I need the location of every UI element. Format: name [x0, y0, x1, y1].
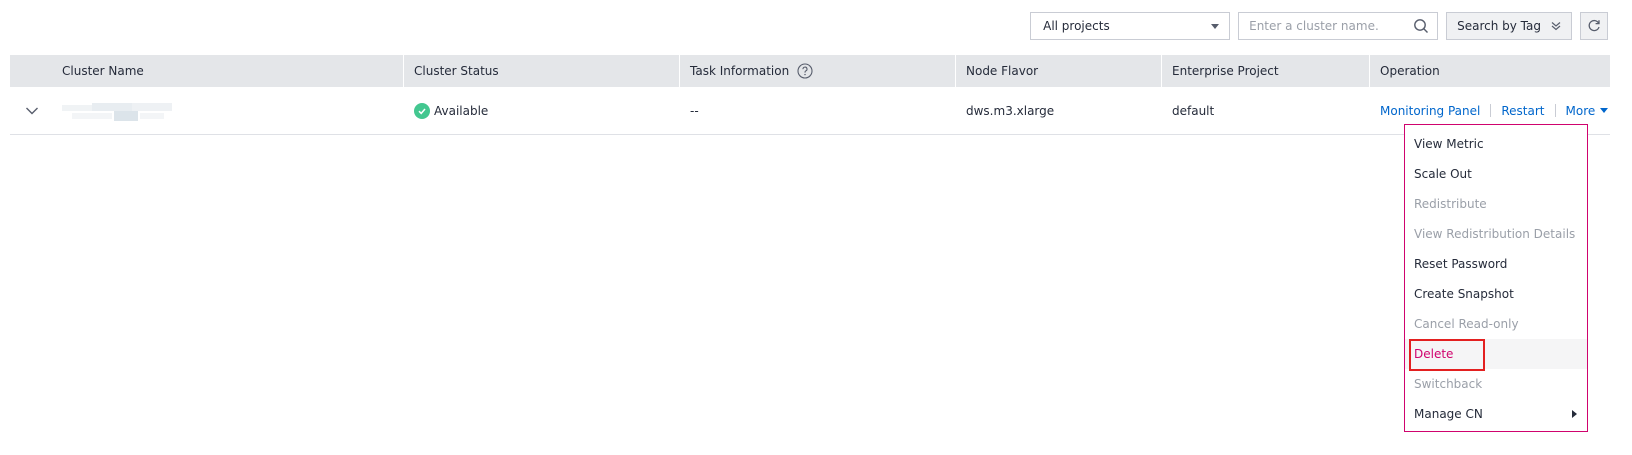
more-label: More	[1565, 103, 1596, 118]
toolbar: All projects Search by Tag	[1030, 12, 1608, 40]
menu-item-cancel-read-only: Cancel Read-only	[1414, 317, 1519, 331]
menu-item-view-metric[interactable]: View Metric	[1405, 129, 1587, 159]
project-select[interactable]: All projects	[1030, 12, 1231, 40]
menu-item-switchback: Switchback	[1414, 377, 1483, 391]
chevron-down-icon	[26, 107, 38, 114]
column-header-operation: Operation	[1380, 64, 1440, 78]
cell-enterprise-project: default	[1172, 103, 1215, 118]
highlight-box	[1409, 339, 1485, 371]
search-by-tag-button[interactable]: Search by Tag	[1446, 12, 1572, 40]
menu-item-delete[interactable]: Delete	[1405, 339, 1587, 371]
double-chevron-down-icon	[1551, 22, 1561, 31]
column-header-cluster-name: Cluster Name	[10, 55, 404, 87]
refresh-button[interactable]	[1580, 12, 1608, 40]
cell-node-flavor: dws.m3.xlarge	[966, 103, 1055, 118]
menu-item-reset-password[interactable]: Reset Password	[1405, 249, 1587, 279]
menu-item-manage-cn-label: Manage CN	[1414, 407, 1483, 421]
divider	[1554, 104, 1556, 117]
divider	[1490, 104, 1492, 117]
column-header-label: Task Information	[690, 64, 790, 78]
column-header-enterprise-project: Enterprise Project	[1162, 55, 1370, 87]
menu-item-scale-out[interactable]: Scale Out	[1405, 159, 1587, 189]
project-select-value: All projects	[1043, 19, 1110, 33]
cluster-search-input[interactable]	[1249, 19, 1400, 33]
column-header-cluster-status: Cluster Status	[404, 55, 680, 87]
cluster-search-box	[1238, 12, 1439, 40]
expand-row-button[interactable]	[10, 87, 54, 135]
help-icon[interactable]	[797, 63, 813, 79]
column-header-task-information: Task Information	[680, 55, 956, 87]
cell-cluster-status: Available	[404, 87, 680, 135]
caret-down-icon	[1600, 108, 1609, 113]
cluster-table: Cluster Name Cluster Status Task Informa…	[10, 55, 1610, 135]
cell-cluster-name	[10, 87, 404, 135]
menu-item-manage-cn[interactable]: Manage CN	[1405, 399, 1587, 429]
restart-link[interactable]: Restart	[1501, 104, 1544, 118]
search-by-tag-label: Search by Tag	[1457, 19, 1541, 33]
column-header-node-flavor: Node Flavor	[956, 55, 1162, 87]
more-link[interactable]: More	[1566, 104, 1609, 118]
caret-right-icon	[1572, 410, 1577, 418]
table-row: Available -- dws.m3.xlarge default Monit…	[10, 87, 1610, 135]
cluster-name-redacted[interactable]	[62, 99, 182, 123]
cell-task-information: --	[690, 103, 699, 118]
table-header: Cluster Name Cluster Status Task Informa…	[10, 55, 1610, 87]
more-dropdown-menu: View Metric Scale Out Redistribute View …	[1404, 124, 1588, 432]
monitoring-panel-link[interactable]: Monitoring Panel	[1380, 104, 1480, 118]
refresh-icon	[1588, 19, 1600, 32]
menu-item-redistribute: Redistribute	[1414, 197, 1487, 211]
search-icon[interactable]	[1413, 18, 1429, 34]
cluster-status-text: Available	[434, 103, 489, 118]
menu-item-create-snapshot[interactable]: Create Snapshot	[1405, 279, 1587, 309]
menu-item-view-redistribution-details: View Redistribution Details	[1414, 227, 1576, 241]
check-circle-icon	[414, 102, 430, 119]
caret-down-icon	[1211, 23, 1220, 29]
